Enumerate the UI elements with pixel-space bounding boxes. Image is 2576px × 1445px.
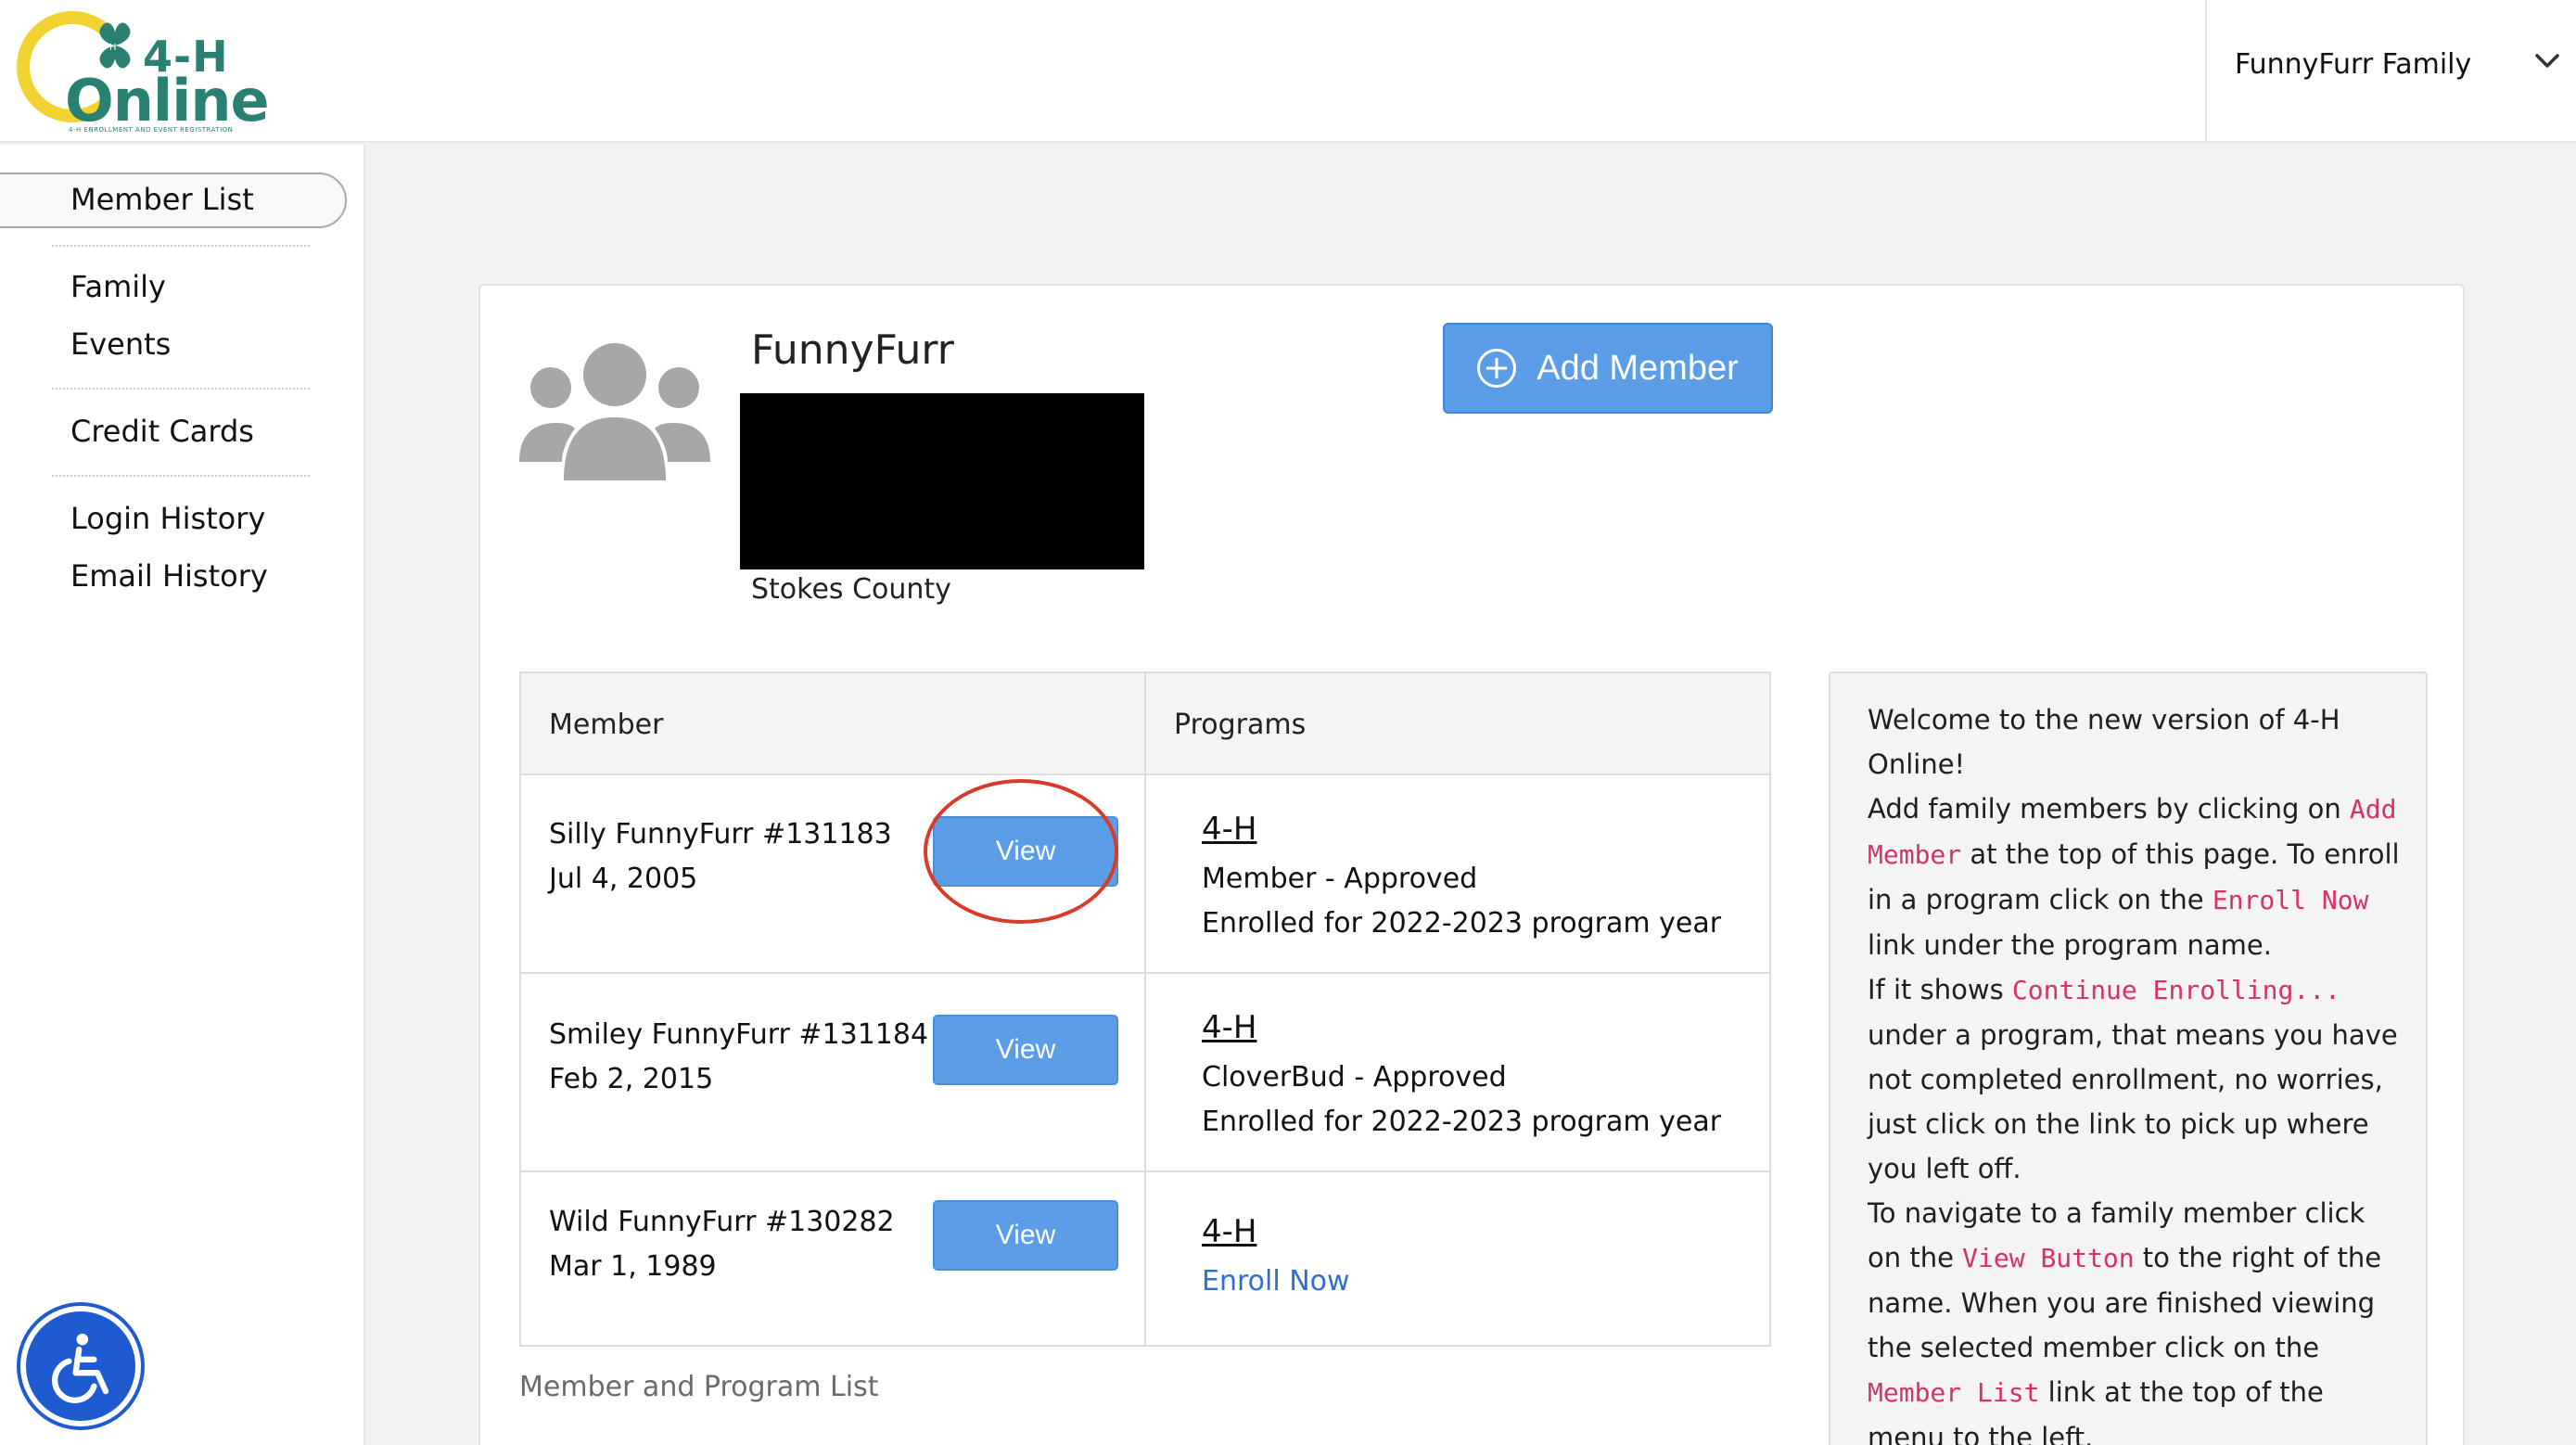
family-selector-dropdown[interactable]: FunnyFurr Family — [2205, 0, 2576, 143]
table-row: Wild FunnyFurr #130282 Mar 1, 1989 View … — [521, 1172, 1769, 1345]
member-cell: Smiley FunnyFurr #131184 Feb 2, 2015 Vie… — [521, 974, 1146, 1170]
help-text-span: Add family members by clicking on — [1868, 793, 2350, 825]
family-card: FunnyFurr Stokes County Add Member Membe… — [478, 284, 2465, 1445]
table-caption: Member and Program List — [519, 1371, 879, 1403]
redacted-block — [740, 393, 1144, 569]
help-text-span: under a program, that means you have not… — [1868, 1019, 2398, 1184]
sidebar-item-events[interactable]: Events — [70, 326, 171, 362]
help-code-member-list: Member List — [1868, 1377, 2040, 1408]
help-paragraph-add-member: Add family members by clicking on Add Me… — [1868, 786, 2405, 967]
column-header-programs: Programs — [1174, 709, 1307, 741]
sidebar-item-login-history[interactable]: Login History — [70, 501, 265, 536]
help-code-enroll-now: Enroll Now — [2212, 885, 2369, 915]
program-enrolled-year: Enrolled for 2022-2023 program year — [1202, 907, 1722, 940]
sidebar-divider — [52, 245, 310, 247]
program-enrolled-year: Enrolled for 2022-2023 program year — [1202, 1106, 1722, 1138]
add-member-label: Add Member — [1537, 348, 1739, 388]
help-welcome: Welcome to the new version of 4-H Online… — [1868, 704, 2340, 780]
table-header: Member Programs — [521, 673, 1769, 775]
help-text-span: link under the program name. — [1868, 929, 2272, 961]
4h-online-logo[interactable]: H 4-H Online 4-H ENROLLMENT AND EVENT RE… — [17, 7, 270, 137]
member-dob: Jul 4, 2005 — [549, 863, 698, 895]
svg-text:H: H — [109, 43, 117, 53]
help-paragraph-continue: If it shows Continue Enrolling... under … — [1868, 967, 2405, 1191]
help-text: Welcome to the new version of 4-H Online… — [1868, 697, 2405, 1445]
program-cell: 4-H Member - Approved Enrolled for 2022-… — [1146, 775, 1769, 972]
help-text-span: If it shows — [1868, 974, 2012, 1005]
view-member-button[interactable]: View — [933, 816, 1118, 887]
member-name: Silly FunnyFurr #131183 — [549, 818, 892, 850]
sidebar-nav: Member List Family Events Credit Cards L… — [0, 145, 365, 1445]
family-selector-label: FunnyFurr Family — [2235, 48, 2472, 81]
plus-circle-icon — [1477, 349, 1517, 388]
add-member-button[interactable]: Add Member — [1443, 323, 1773, 414]
help-code-view-button: View Button — [1962, 1243, 2135, 1273]
sidebar-item-credit-cards[interactable]: Credit Cards — [70, 414, 254, 449]
accessibility-button[interactable] — [20, 1306, 141, 1426]
view-member-button[interactable]: View — [933, 1200, 1118, 1271]
table-row: Silly FunnyFurr #131183 Jul 4, 2005 View… — [521, 775, 1769, 974]
logo-online-text: Online — [65, 67, 270, 134]
program-link[interactable]: 4-H — [1202, 811, 1256, 848]
view-member-button[interactable]: View — [933, 1015, 1118, 1085]
sidebar-item-member-list-label[interactable]: Member List — [70, 182, 254, 217]
wheelchair-icon — [52, 1333, 109, 1403]
member-cell: Wild FunnyFurr #130282 Mar 1, 1989 View — [521, 1172, 1146, 1345]
chevron-down-icon[interactable] — [2533, 46, 2561, 74]
family-group-icon — [519, 343, 710, 480]
member-program-table: Member Programs Silly FunnyFurr #131183 … — [519, 671, 1771, 1347]
program-link[interactable]: 4-H — [1202, 1009, 1256, 1046]
program-status: CloverBud - Approved — [1202, 1061, 1507, 1093]
program-cell: 4-H Enroll Now — [1146, 1172, 1769, 1345]
column-header-member: Member — [521, 673, 1146, 774]
member-name: Smiley FunnyFurr #131184 — [549, 1018, 929, 1051]
program-status: Member - Approved — [1202, 863, 1478, 895]
family-county: Stokes County — [751, 573, 951, 606]
top-header: H 4-H Online 4-H ENROLLMENT AND EVENT RE… — [0, 0, 2576, 143]
enroll-now-link[interactable]: Enroll Now — [1202, 1265, 1350, 1298]
sidebar-divider — [52, 388, 310, 390]
program-link[interactable]: 4-H — [1202, 1213, 1256, 1250]
member-dob: Feb 2, 2015 — [549, 1063, 714, 1095]
table-row: Smiley FunnyFurr #131184 Feb 2, 2015 Vie… — [521, 974, 1769, 1172]
member-name: Wild FunnyFurr #130282 — [549, 1206, 895, 1238]
logo-tagline: 4-H ENROLLMENT AND EVENT REGISTRATION — [69, 126, 234, 134]
family-name-heading: FunnyFurr — [751, 326, 954, 374]
help-paragraph-navigate: To navigate to a family member click on … — [1868, 1191, 2405, 1445]
program-cell: 4-H CloverBud - Approved Enrolled for 20… — [1146, 974, 1769, 1170]
sidebar-divider — [52, 475, 310, 477]
help-code-continue-enrolling: Continue Enrolling... — [2011, 975, 2340, 1005]
sidebar-item-email-history[interactable]: Email History — [70, 558, 268, 594]
help-panel: Welcome to the new version of 4-H Online… — [1829, 671, 2428, 1445]
sidebar-item-family[interactable]: Family — [70, 269, 166, 304]
member-dob: Mar 1, 1989 — [549, 1250, 717, 1283]
member-cell: Silly FunnyFurr #131183 Jul 4, 2005 View — [521, 775, 1146, 972]
